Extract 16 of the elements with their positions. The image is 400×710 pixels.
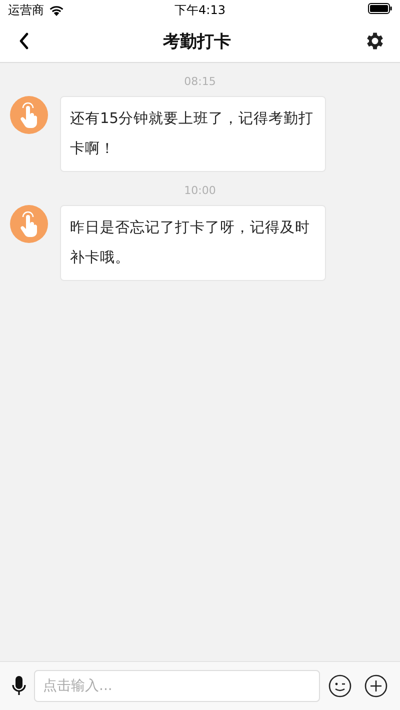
message-bubble: 昨日是否忘记了打卡了呀，记得及时补卡哦。 xyxy=(60,205,326,281)
message-input-field[interactable]: 点击输入... xyxy=(34,670,320,702)
message-time: 08:15 xyxy=(184,75,216,88)
status-time: 下午4:13 xyxy=(174,2,226,18)
battery-icon xyxy=(368,3,392,14)
plus-icon xyxy=(364,674,388,698)
wifi-icon xyxy=(49,4,64,16)
carrier-name: 运营商 xyxy=(8,2,44,18)
chevron-left-icon xyxy=(18,32,30,50)
hand-avatar-icon xyxy=(10,96,48,134)
message-bubble: 还有15分钟就要上班了，记得考勤打卡啊！ xyxy=(60,96,326,172)
message-time: 10:00 xyxy=(184,184,216,197)
hand-avatar-icon xyxy=(10,205,48,243)
page-title: 考勤打卡 xyxy=(163,30,231,52)
smiley-icon xyxy=(328,674,352,698)
microphone-icon xyxy=(12,676,26,696)
